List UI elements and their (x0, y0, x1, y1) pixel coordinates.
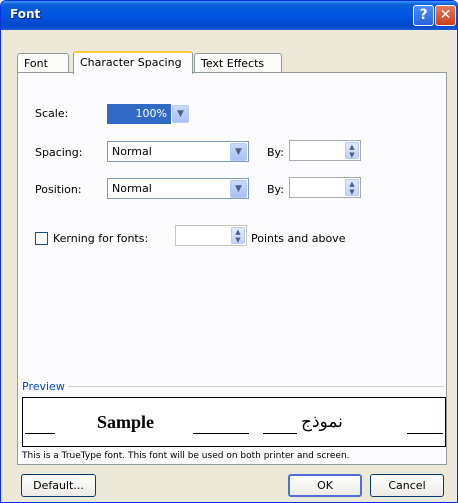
spinner-arrows-icon[interactable]: ▲ ▼ (345, 179, 359, 196)
help-button[interactable]: ? (413, 5, 434, 26)
font-type-note: This is a TrueType font. This font will … (22, 451, 350, 461)
position-label: Position: (35, 183, 82, 196)
chevron-down-icon[interactable]: ▼ (230, 180, 247, 198)
help-icon: ? (419, 7, 428, 23)
kerning-label[interactable]: Kerning for fonts: (53, 232, 148, 245)
tab-text-effects[interactable]: Text Effects (194, 53, 282, 73)
tab-strip: Font Character Spacing Text Effects (17, 51, 447, 74)
spacing-by-label: By: (267, 146, 284, 159)
preview-baseline (263, 433, 297, 434)
cancel-button[interactable]: Cancel (370, 474, 444, 497)
position-by-label: By: (267, 183, 284, 196)
position-dropdown[interactable]: Normal ▼ (107, 178, 249, 199)
scale-dropdown[interactable]: 100% ▼ (107, 104, 191, 124)
default-button[interactable]: Default... (21, 474, 96, 497)
preview-sample-text: Sample (97, 412, 155, 432)
position-value: Normal (112, 182, 152, 195)
spacing-by-spinner[interactable]: ▲ ▼ (289, 140, 361, 161)
preview-baseline (25, 433, 55, 434)
kerning-suffix-label: Points and above (251, 232, 346, 245)
spinner-arrows-icon[interactable]: ▲ ▼ (345, 142, 359, 159)
spacing-dropdown[interactable]: Normal ▼ (107, 141, 249, 162)
kerning-points-spinner[interactable]: ▲ ▼ (175, 225, 247, 246)
preview-baseline (407, 433, 443, 434)
tab-label: Character Spacing (80, 56, 182, 69)
chevron-down-icon[interactable]: ▼ (172, 105, 189, 123)
tab-label: Font (24, 57, 48, 70)
title-bar[interactable]: Font ? ✕ (1, 1, 457, 30)
preview-baseline (193, 433, 249, 434)
spinner-arrows-icon[interactable]: ▲ ▼ (231, 227, 245, 244)
font-dialog: Font ? ✕ Font Character Spacing Text Eff… (0, 0, 458, 503)
preview-label: Preview (22, 380, 65, 393)
preview-divider (68, 386, 444, 387)
ok-button[interactable]: OK (288, 474, 362, 497)
close-button[interactable]: ✕ (435, 5, 456, 26)
scale-value: 100% (107, 104, 171, 124)
window-title: Font (10, 7, 41, 21)
chevron-down-icon[interactable]: ▼ (230, 143, 247, 161)
preview-box: Sample نموذج (22, 397, 446, 447)
close-icon: ✕ (439, 7, 452, 23)
tab-character-spacing[interactable]: Character Spacing (73, 51, 193, 74)
character-spacing-panel: Scale: 100% ▼ Spacing: Normal ▼ By: ▲ ▼ P… (17, 72, 447, 465)
preview-arabic-text: نموذج (301, 412, 343, 432)
spacing-value: Normal (112, 145, 152, 158)
spacing-label: Spacing: (35, 146, 83, 159)
tab-label: Text Effects (201, 57, 265, 70)
tab-font[interactable]: Font (17, 53, 69, 73)
kerning-checkbox[interactable] (35, 232, 48, 245)
position-by-spinner[interactable]: ▲ ▼ (289, 177, 361, 198)
scale-label: Scale: (35, 107, 69, 120)
